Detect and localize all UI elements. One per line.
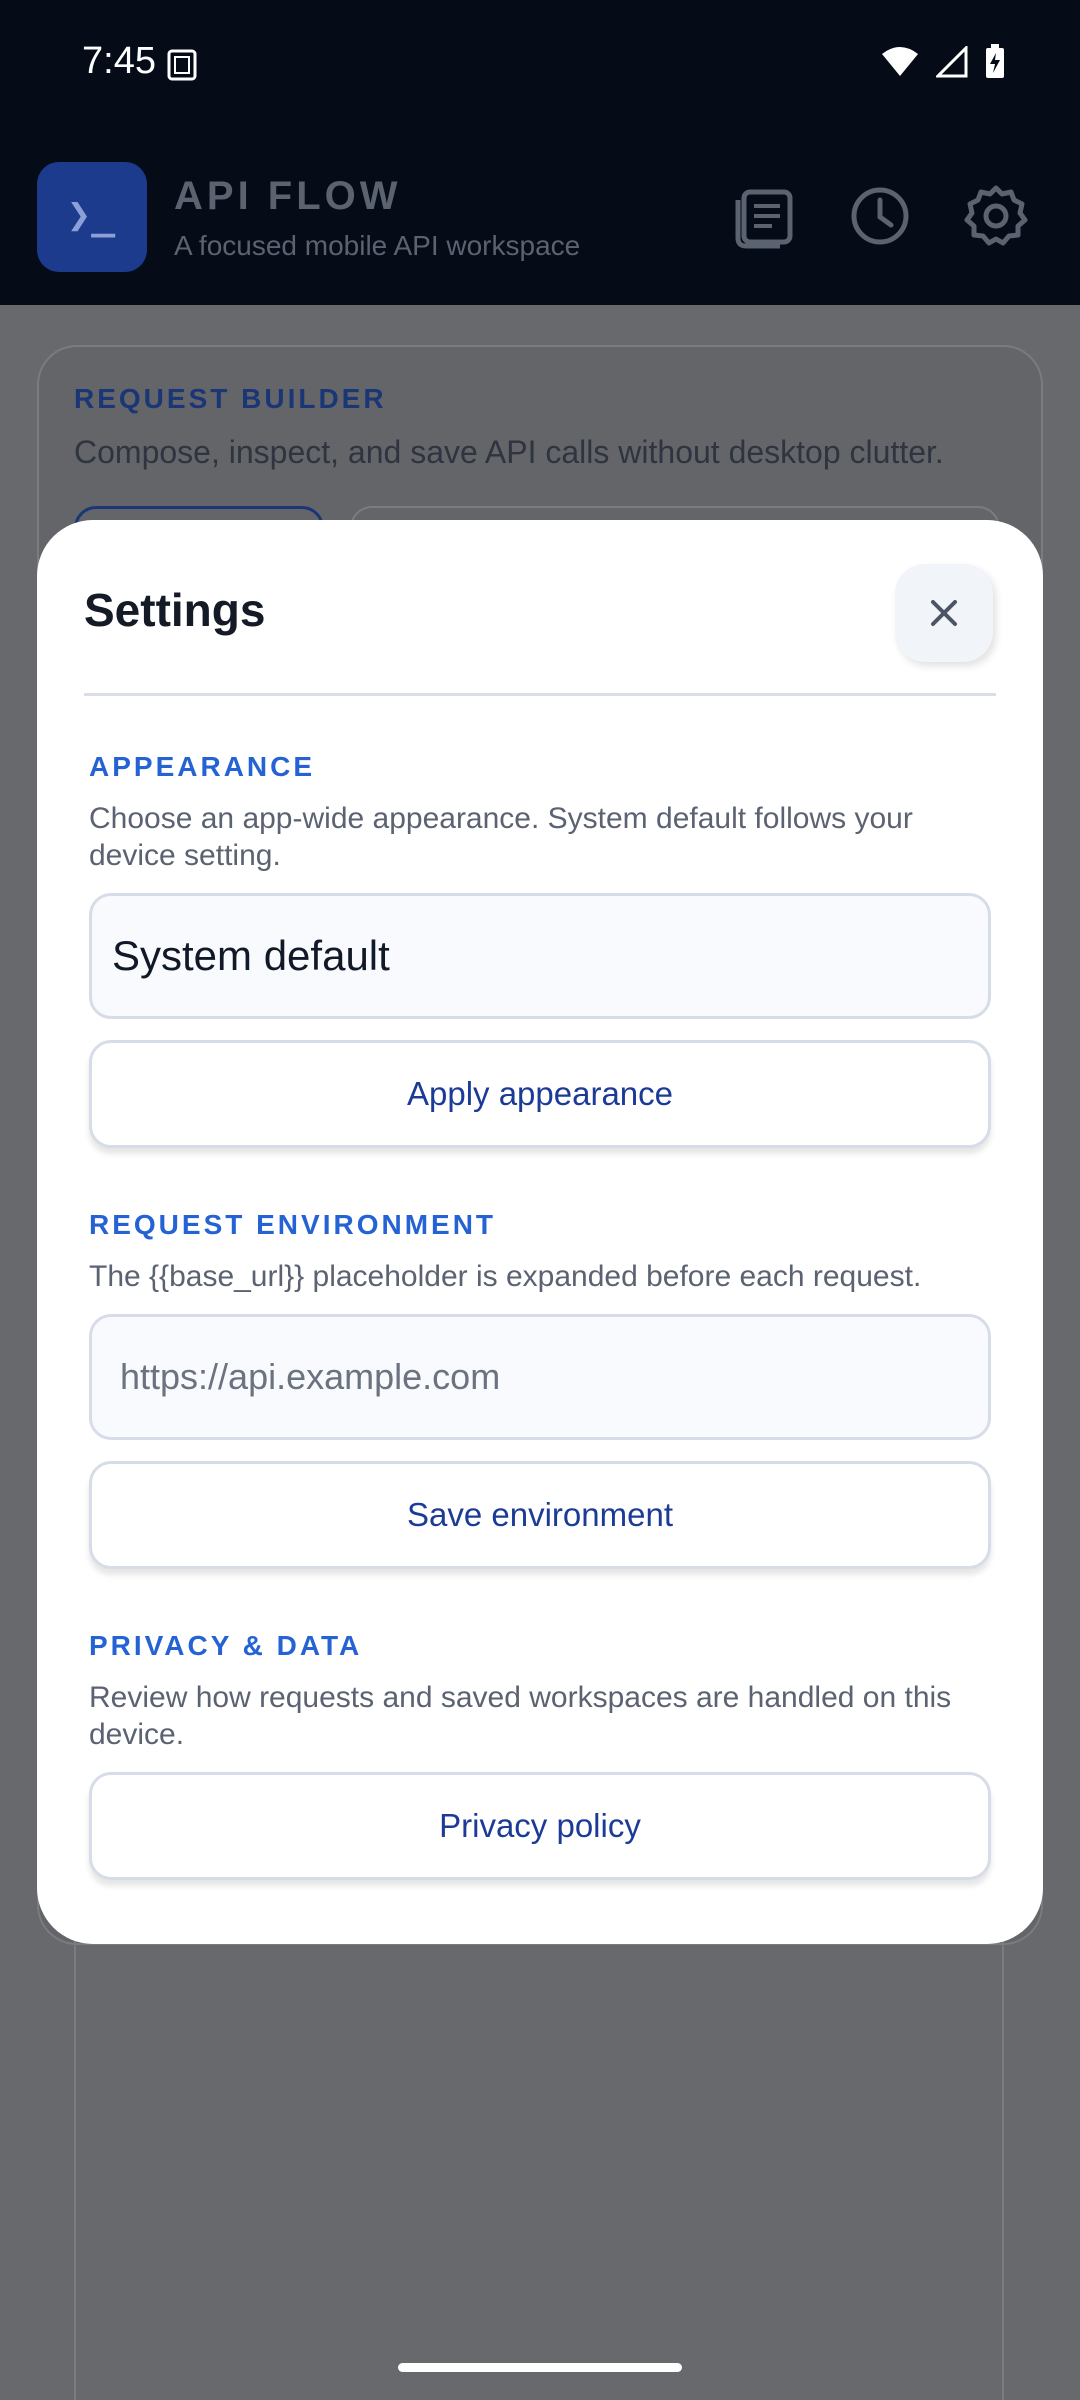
- modal-title: Settings: [84, 584, 266, 636]
- signal-icon: [936, 46, 968, 78]
- collections-icon[interactable]: [730, 182, 798, 250]
- request-builder-heading: REQUEST BUILDER: [74, 383, 387, 414]
- app-title: API FLOW: [174, 174, 402, 218]
- modal-divider: [84, 693, 996, 696]
- close-icon: [931, 600, 957, 626]
- appearance-select[interactable]: System default: [89, 893, 991, 1019]
- settings-gear-icon[interactable]: [962, 182, 1030, 250]
- appearance-selected-value: System default: [112, 932, 390, 979]
- terminal-icon: ❯_: [67, 192, 116, 238]
- privacy-data-description: Review how requests and saved workspaces…: [89, 1681, 952, 1751]
- status-icons: [880, 44, 1006, 80]
- appearance-description: Choose an app-wide appearance. System de…: [89, 802, 913, 872]
- save-environment-button[interactable]: Save environment: [89, 1461, 991, 1569]
- status-bar: 7:45: [0, 0, 1080, 130]
- response-panel: [74, 1930, 1004, 2400]
- base-url-field-container: [89, 1314, 991, 1440]
- close-button[interactable]: [895, 564, 993, 662]
- sim-card-icon: [167, 49, 197, 81]
- app-header: ❯_ API FLOW A focused mobile API workspa…: [0, 130, 1080, 305]
- request-environment-description: The {{base_url}} placeholder is expanded…: [89, 1260, 922, 1293]
- apply-appearance-button[interactable]: Apply appearance: [89, 1040, 991, 1148]
- request-builder-description: Compose, inspect, and save API calls wit…: [74, 434, 944, 470]
- home-indicator[interactable]: [398, 2363, 682, 2372]
- app-subtitle: A focused mobile API workspace: [174, 230, 581, 261]
- base-url-input[interactable]: [112, 1356, 972, 1398]
- history-icon[interactable]: [846, 182, 914, 250]
- request-environment-label: REQUEST ENVIRONMENT: [89, 1209, 497, 1240]
- wifi-icon: [882, 47, 918, 76]
- settings-modal: Settings APPEARANCE Choose an app-wide a…: [37, 520, 1043, 1944]
- privacy-policy-button[interactable]: Privacy policy: [89, 1772, 991, 1880]
- appearance-label: APPEARANCE: [89, 751, 316, 782]
- status-time: 7:45: [82, 40, 156, 82]
- app-logo: ❯_: [37, 162, 147, 272]
- privacy-data-label: PRIVACY & DATA: [89, 1630, 363, 1661]
- battery-charging-icon: [986, 44, 1004, 78]
